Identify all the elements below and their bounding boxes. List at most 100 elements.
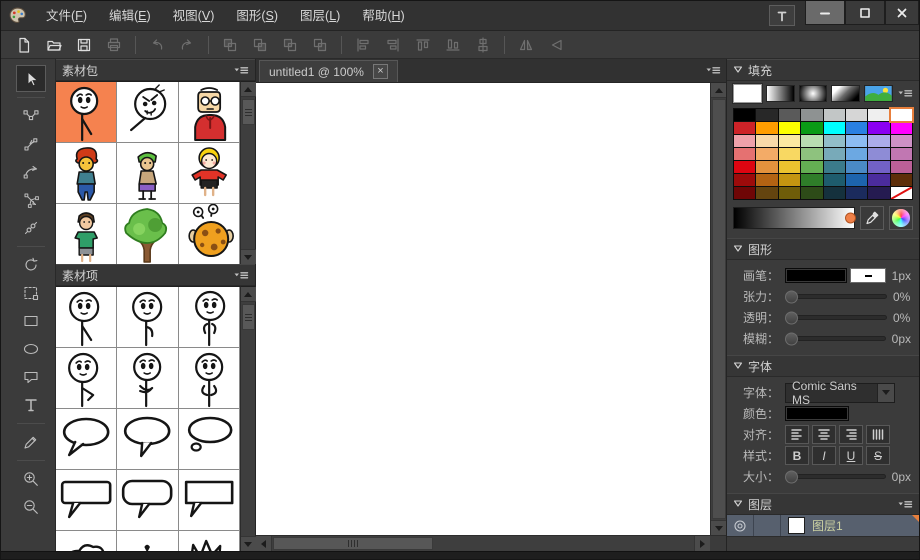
line-node-tool-button[interactable] [16,130,46,157]
scroll-up-button[interactable] [241,82,256,97]
color-swatch[interactable] [801,148,822,160]
tabbar-menu-icon[interactable] [705,65,721,76]
scroll-up-button[interactable] [711,83,727,98]
material-thumb-stick-pose-1[interactable] [56,287,117,348]
fill-section-header[interactable]: 填充 [727,59,919,81]
material-thumb-tree[interactable] [117,204,178,264]
fill-type-corner[interactable] [831,85,860,102]
scroll-thumb[interactable] [273,537,433,550]
color-swatch[interactable] [801,174,822,186]
curve-node-tool-button[interactable] [16,158,46,185]
scroll-left-button[interactable] [256,536,272,551]
material-items-menu-icon[interactable] [233,270,249,281]
theme-button[interactable] [769,5,795,26]
color-swatch[interactable] [824,161,845,173]
tab-close-icon[interactable]: × [373,64,388,79]
maximize-button[interactable] [845,1,885,25]
align-text-justify-button[interactable] [866,425,890,444]
color-swatch[interactable] [868,161,889,173]
slider-knob[interactable] [785,290,798,303]
color-swatch[interactable] [801,161,822,173]
font-size-slider[interactable] [785,474,886,479]
minimize-button[interactable] [805,1,845,25]
material-thumb-rage-face[interactable] [117,82,178,143]
material-thumb-small-bubble[interactable] [117,531,178,551]
material-thumb-stick-pose-6[interactable] [179,348,240,409]
color-swatch[interactable] [801,109,822,121]
color-swatch[interactable] [756,174,777,186]
layers-section-header[interactable]: 图层 [727,493,919,515]
color-swatch[interactable] [868,109,889,121]
color-swatch[interactable] [734,109,755,121]
color-swatch[interactable] [734,187,755,199]
color-swatch[interactable] [846,135,867,147]
new-file-button[interactable] [11,33,37,57]
material-thumb-stick-figure[interactable] [56,82,117,143]
color-swatch[interactable] [779,122,800,134]
color-swatch[interactable] [846,122,867,134]
document-tab[interactable]: untitled1 @ 100% × [259,60,398,82]
color-swatch[interactable] [868,174,889,186]
color-swatch[interactable] [779,148,800,160]
color-swatch[interactable] [779,174,800,186]
align-text-left-button[interactable] [785,425,809,444]
color-swatch[interactable] [891,122,912,134]
color-swatch[interactable] [846,161,867,173]
color-swatch[interactable] [868,187,889,199]
color-swatch[interactable] [868,135,889,147]
eyedropper-button[interactable] [860,206,884,230]
color-swatch[interactable] [846,109,867,121]
material-thumb-blonde-kid[interactable] [179,143,240,204]
scroll-down-button[interactable] [241,249,256,264]
fill-type-radial[interactable] [799,85,828,102]
color-swatch[interactable] [779,161,800,173]
color-swatch[interactable] [756,148,777,160]
color-swatch[interactable] [846,174,867,186]
color-swatch[interactable] [891,148,912,160]
color-swatch[interactable] [891,174,912,186]
material-thumb-rect-bubble-sharp[interactable] [179,470,240,531]
color-swatch[interactable] [756,161,777,173]
material-thumb-thought-bubble[interactable] [179,409,240,470]
color-swatch[interactable] [734,174,755,186]
material-thumb-cloud-bubble[interactable] [56,531,117,551]
layer-row[interactable]: 图层1 [727,515,919,537]
slider-knob[interactable] [785,311,798,324]
color-swatch[interactable] [756,187,777,199]
scroll-thumb[interactable] [242,99,255,125]
color-swatch[interactable] [824,174,845,186]
color-swatch[interactable] [868,122,889,134]
material-thumb-ladybug[interactable] [179,204,240,264]
poly-node-tool-button[interactable] [16,186,46,213]
material-pack-menu-icon[interactable] [233,65,249,76]
align-text-center-button[interactable] [812,425,836,444]
fill-menu-icon[interactable] [897,88,913,99]
color-swatch[interactable] [824,122,845,134]
color-swatch[interactable] [824,135,845,147]
scroll-up-button[interactable] [241,287,256,302]
material-thumb-round-rect-bubble[interactable] [117,470,178,531]
style-u-button[interactable]: U [839,446,863,465]
color-swatch[interactable] [756,109,777,121]
rotate-tool-button[interactable] [16,251,46,278]
bubble-tool-button[interactable] [16,363,46,390]
color-swatch[interactable] [734,122,755,134]
open-folder-button[interactable] [41,33,67,57]
font-family-select[interactable]: Comic Sans MS [785,383,895,403]
material-thumb-oval-bubble-tail-center[interactable] [117,409,178,470]
color-swatch[interactable] [801,135,822,147]
close-button[interactable] [885,1,919,25]
fill-type-linear[interactable] [766,85,795,102]
stroke-style-swatch[interactable] [850,268,885,283]
layer-lock-cell[interactable] [754,515,781,536]
scroll-down-button[interactable] [241,536,256,551]
scroll-thumb[interactable] [712,99,726,519]
color-swatch[interactable] [801,187,822,199]
material-thumb-stick-pose-3[interactable] [179,287,240,348]
scroll-thumb[interactable] [242,304,255,330]
style-i-button[interactable]: I [812,446,836,465]
stroke-color-swatch[interactable] [785,268,847,283]
slider-knob[interactable] [785,470,798,483]
font-color-swatch[interactable] [785,406,849,421]
menu-item-f[interactable]: 文件(F) [35,1,98,31]
